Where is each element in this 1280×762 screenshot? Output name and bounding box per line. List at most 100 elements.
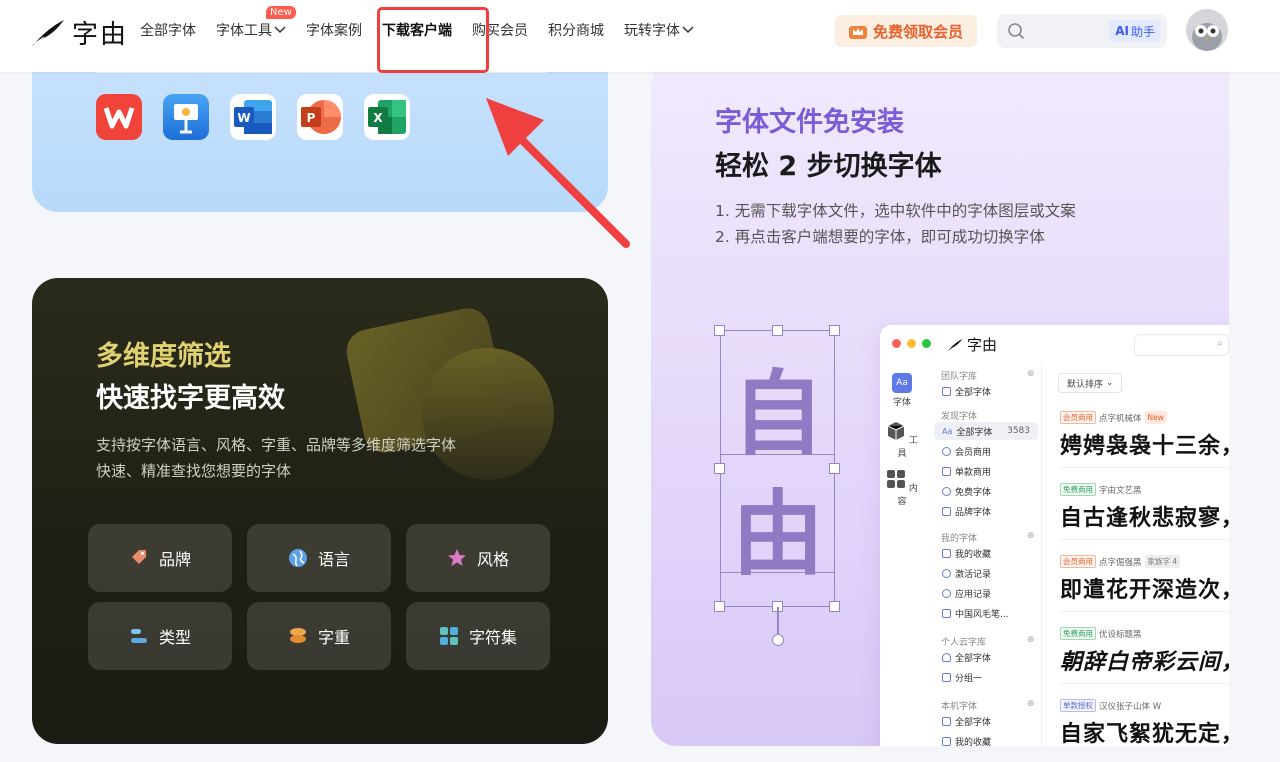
ai-assistant-button[interactable]: AI 助手 [1109, 20, 1161, 42]
chevron-down-icon [274, 26, 286, 34]
section-cloud: 个人云字库 ⊕ [941, 635, 1035, 648]
site-logo[interactable]: 字由 [30, 14, 128, 51]
divider [1060, 683, 1229, 684]
font-sample: 自古逢秋悲寂寥， [1060, 506, 1229, 531]
side-item-label: 单款商用 [955, 467, 992, 478]
rail-label: 字体 [892, 398, 911, 408]
side-item: 单款商用 [934, 462, 1038, 480]
coin-icon [942, 486, 951, 496]
switch-card-subtitle: 轻松 2 步切换字体 [715, 151, 942, 182]
top-header: 字由 全部字体 字体工具 New 字体案例 下载客户端 购买会员 积分商城 玩转… [0, 0, 1280, 72]
filter-language-button[interactable]: 语言 [247, 524, 391, 592]
logo-text: 字由 [72, 20, 129, 50]
rotate-line [777, 607, 779, 634]
filter-card-title: 多维度筛选 [96, 341, 231, 372]
section-label: 个人云字库 [941, 638, 987, 648]
font-meta: 单款授权 汉仪张子山体 W [1060, 699, 1229, 712]
vip-button-label: 免费领取会员 [872, 22, 963, 41]
font-name: 点字机械体 [1099, 413, 1142, 424]
grid-icon [439, 627, 458, 645]
section-team: 团队字库 ⊕ [941, 369, 1035, 382]
side-item-label: 我的收藏 [955, 737, 992, 747]
font-aa-icon: Aa [942, 426, 953, 436]
filter-style-button[interactable]: 风格 [406, 524, 550, 592]
nav-label: 全部字体 [140, 23, 196, 39]
nav-label: 字体案例 [306, 23, 362, 39]
side-item-label: 应用记录 [955, 589, 992, 600]
resize-handle [714, 463, 725, 474]
search-icon [1008, 23, 1025, 40]
step-1: 1. 无需下载字体文件，选中软件中的字体图层或文案 [715, 202, 1076, 220]
font-sample: 朝辞白帝彩云间， [1060, 650, 1229, 675]
resize-handle [829, 325, 840, 336]
font-name: 字由文艺黑 [1099, 485, 1142, 496]
ai-label: 助手 [1130, 24, 1155, 39]
resize-handle [714, 325, 725, 336]
check-icon [942, 568, 951, 578]
font-sample: 自家飞絮犹无定， [1060, 722, 1229, 746]
desc-line: 快速、精准查找您想要的字体 [96, 462, 292, 480]
cube-icon [887, 422, 905, 440]
filter-label: 风格 [476, 550, 509, 569]
grid-icon [887, 470, 906, 488]
filter-weight-button[interactable]: 字重 [247, 602, 391, 670]
nav-points-mall[interactable]: 积分商城 [548, 20, 604, 40]
search-input[interactable]: AI 助手 [997, 14, 1167, 48]
wps-icon [96, 94, 142, 140]
switch-card-title: 字体文件免安装 [715, 107, 904, 138]
list-icon [130, 629, 147, 643]
font-row: 免费商用 字由文艺黑 自古逢秋悲寂寥， [1060, 483, 1229, 540]
side-item: 分组一 [934, 668, 1038, 686]
new-badge: New [266, 6, 296, 19]
folder-icon [942, 608, 951, 618]
svg-text:X: X [373, 111, 383, 125]
side-item-label: 激活记录 [955, 569, 992, 580]
multi-filter-card: 多维度筛选 快速找字更高效 支持按字体语言、风格、字重、品牌等多维度筛选字体 快… [32, 278, 608, 744]
sample-char-1: 自 [731, 361, 824, 468]
add-icon: ⊕ [1027, 531, 1035, 541]
side-item-label: 全部字体 [955, 387, 992, 398]
crown-icon [848, 26, 867, 39]
vip-icon [942, 446, 951, 456]
maximize-dot [922, 339, 931, 348]
avatar[interactable] [1186, 9, 1228, 51]
nav-label: 玩转字体 [624, 23, 680, 39]
excel-icon: X [364, 94, 410, 140]
font-meta: 会员商用 点字机械体 New [1060, 411, 1229, 424]
free-vip-button[interactable]: 免费领取会员 [835, 15, 977, 47]
nav-play-fonts[interactable]: 玩转字体 [624, 20, 694, 40]
client-search: ⌕ [1134, 334, 1229, 356]
filter-charset-button[interactable]: 字符集 [406, 602, 550, 670]
ai-prefix: AI [1115, 24, 1129, 38]
heart-icon [942, 736, 951, 746]
side-item-label: 免费字体 [955, 487, 992, 498]
font-row: 单款授权 汉仪张子山体 W 自家飞絮犹无定， [1060, 699, 1229, 746]
nav-font-tools[interactable]: 字体工具 New [216, 6, 296, 40]
minimize-dot [907, 339, 916, 348]
cloud-icon [942, 652, 951, 662]
nav-font-cases[interactable]: 字体案例 [306, 20, 362, 40]
font-switch-card: 字体文件免安装 轻松 2 步切换字体 1. 无需下载字体文件，选中软件中的字体图… [651, 60, 1229, 746]
tag-icon [131, 550, 146, 564]
section-label: 发现字体 [941, 412, 978, 422]
filter-type-button[interactable]: 类型 [88, 602, 232, 670]
rail-fonts: Aa 字体 [886, 373, 918, 408]
desc-line: 支持按字体语言、风格、字重、品牌等多维度筛选字体 [96, 436, 457, 454]
font-meta: 免费商用 字由文艺黑 [1060, 483, 1229, 496]
side-item: 中国风毛笔... [934, 604, 1038, 622]
divider [1060, 539, 1229, 540]
divider [1060, 611, 1229, 612]
font-sample: 娉娉袅袅十三余， [1060, 434, 1229, 459]
font-row: 免费商用 优设标题黑 朝辞白帝彩云间， [1060, 627, 1229, 684]
side-item: 全部字体 [934, 648, 1038, 666]
resize-handle [714, 601, 725, 612]
svg-text:W: W [237, 111, 250, 125]
filter-label: 字符集 [468, 628, 517, 647]
filter-brand-button[interactable]: 品牌 [88, 524, 232, 592]
section-label: 团队字库 [941, 372, 978, 382]
folder-icon [942, 672, 951, 682]
license-tag: 单款授权 [1060, 699, 1096, 712]
nav-all-fonts[interactable]: 全部字体 [140, 20, 196, 40]
owl-avatar-icon [1186, 9, 1228, 51]
client-app-window: 字由 ⌕ Aa 字体 工具 内容 团队字库 ⊕ 全部字体 发现字体 Aa 全部字体 3… [880, 325, 1229, 746]
